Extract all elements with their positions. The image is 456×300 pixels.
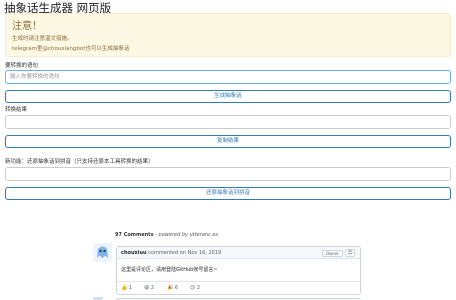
thumbs-up-icon: 👍 [121, 285, 128, 291]
comments-count: 97 Comments - powered by utteranc.es [115, 232, 218, 238]
utterances-link[interactable]: powered by utteranc.es [159, 232, 219, 238]
owner-badge: Owner [322, 250, 344, 257]
reaction-count: 1 [128, 285, 133, 291]
result-output-field[interactable] [5, 115, 451, 129]
comment-card: chouxiuu commented on Nov 16, 2019 Owner… [116, 246, 361, 295]
smiley-icon: ☺ [347, 250, 353, 256]
source-text-input[interactable] [5, 70, 451, 84]
reaction-hooray[interactable]: 🎉 6 [167, 284, 187, 293]
hooray-icon: 🎉 [167, 285, 174, 291]
warning-alert: 注意！ 生成时请注意温文措施。 telegram里@chouxiangbot也可… [5, 13, 451, 57]
confused-icon: 😕 [190, 285, 196, 291]
comment-author[interactable]: chouxiuu [121, 250, 147, 256]
restore-input[interactable] [5, 167, 451, 181]
reaction-count: 6 [174, 285, 179, 291]
alert-telegram-text: telegram里@chouxiangbot也可以生成抽象话 [12, 46, 130, 52]
comments-total: 97 Comments [115, 232, 154, 238]
add-reaction-button[interactable]: ☺ [345, 249, 355, 257]
reactions-bar: 👍 1 😄 2 🎉 6 😕 2 [117, 281, 360, 294]
generate-button[interactable]: 生成抽象话 [5, 90, 451, 103]
reaction-count: 2 [196, 285, 200, 291]
reaction-laugh[interactable]: 😄 2 [144, 284, 164, 293]
result-label: 转换结果 [5, 107, 28, 113]
reaction-thumbs-up[interactable]: 👍 1 [121, 284, 141, 293]
restore-feature-label: 新功能：还原抽象话到拼音（只支持还原本工具转换的结果） [5, 159, 154, 165]
comment-date[interactable]: commented on Nov 16, 2019 [148, 250, 221, 256]
reaction-confused[interactable]: 😕 2 [190, 284, 210, 293]
reaction-count: 2 [150, 285, 154, 291]
alert-text: 生成时请注意温文措施。 [12, 36, 73, 42]
copy-result-button[interactable]: 复制结果 [5, 135, 451, 148]
avatar-icon [93, 243, 112, 262]
comments-powered-by: - powered by utteranc.es [155, 232, 219, 238]
restore-pinyin-button[interactable]: 还原抽象话到拼音 [5, 187, 451, 200]
laugh-icon: 😄 [144, 285, 150, 291]
avatar[interactable] [93, 243, 112, 262]
comment-author-line: chouxiuu commented on Nov 16, 2019 [121, 250, 221, 256]
comment-body: 这里是评论区，请用登陆GitHub账号留言~ [121, 267, 218, 273]
comment-header: chouxiuu commented on Nov 16, 2019 Owner… [117, 247, 360, 259]
source-text-label: 要转换的语句 [5, 63, 39, 69]
alert-heading: 注意！ [12, 21, 42, 32]
